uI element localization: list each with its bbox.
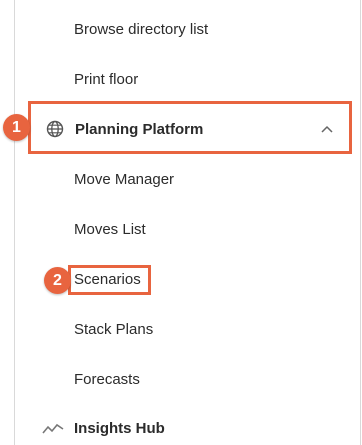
insights-hub-label: Insights Hub	[74, 420, 165, 437]
globe-icon	[46, 120, 64, 138]
navigation-panel	[14, 0, 361, 445]
menu-item-print-floor[interactable]: Print floor	[74, 70, 138, 90]
menu-item-stack-plans[interactable]: Stack Plans	[74, 320, 153, 340]
step-badge-2: 2	[44, 267, 71, 294]
chevron-up-icon[interactable]	[321, 125, 333, 133]
section-planning-platform[interactable]: Planning Platform	[28, 101, 352, 154]
menu-item-browse-directory-list[interactable]: Browse directory list	[74, 20, 208, 40]
menu-item-moves-list[interactable]: Moves List	[74, 220, 146, 240]
trend-line-icon	[42, 423, 64, 434]
menu-item-move-manager[interactable]: Move Manager	[74, 170, 174, 190]
menu-item-scenarios[interactable]: Scenarios	[74, 270, 141, 290]
section-title: Planning Platform	[75, 121, 204, 138]
step-badge-1: 1	[3, 114, 30, 141]
menu-item-forecasts[interactable]: Forecasts	[74, 370, 140, 390]
